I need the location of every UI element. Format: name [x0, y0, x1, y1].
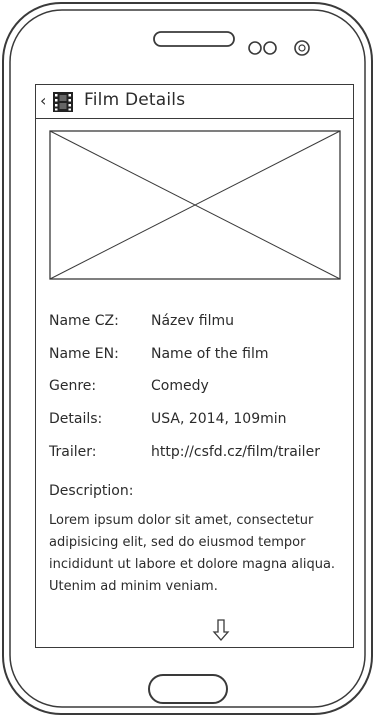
field-value: Name of the film	[151, 346, 269, 362]
field-label: Genre:	[49, 378, 97, 394]
description-label: Description:	[49, 483, 134, 499]
field-trailer: Trailer: http://csfd.cz/film/trailer	[49, 444, 320, 460]
field-label: Name EN:	[49, 346, 119, 362]
title-bar: ‹ Film Details	[36, 85, 353, 119]
field-genre: Genre: Comedy	[49, 378, 209, 394]
field-value: Název filmu	[151, 313, 234, 329]
down-arrow-icon[interactable]	[212, 619, 230, 641]
back-button[interactable]: ‹	[40, 91, 46, 110]
field-label: Details:	[49, 411, 103, 427]
phone-mockup: ‹ Film Details Name CZ: Název filmu Name …	[0, 0, 375, 717]
film-poster-image	[49, 130, 341, 280]
film-strip-icon	[53, 92, 73, 112]
field-value: Comedy	[151, 378, 209, 394]
app-screen: ‹ Film Details Name CZ: Název filmu Name …	[35, 84, 354, 648]
sensor-icon	[294, 40, 310, 56]
description-text: Lorem ipsum dolor sit amet, consectetur …	[49, 513, 336, 594]
field-name-cz: Name CZ: Název filmu	[49, 313, 234, 329]
camera-icon	[248, 41, 262, 55]
field-details: Details: USA, 2014, 109min	[49, 411, 287, 427]
field-label: Trailer:	[49, 444, 97, 460]
field-label: Name CZ:	[49, 313, 119, 329]
field-name-en: Name EN: Name of the film	[49, 346, 268, 362]
field-value: USA, 2014, 109min	[151, 411, 287, 427]
speaker-slot	[153, 31, 235, 47]
home-button	[148, 674, 228, 704]
trailer-link[interactable]: http://csfd.cz/film/trailer	[151, 444, 320, 460]
page-title: Film Details	[84, 90, 186, 110]
